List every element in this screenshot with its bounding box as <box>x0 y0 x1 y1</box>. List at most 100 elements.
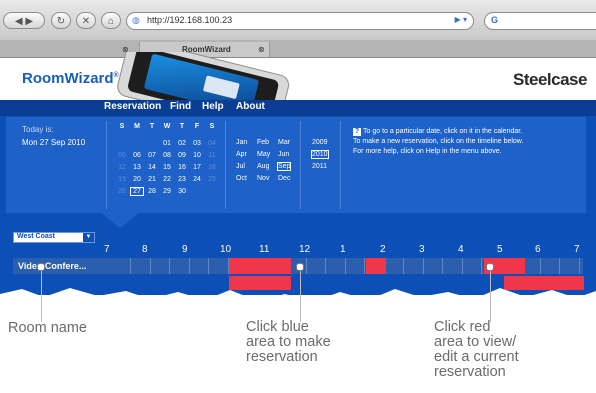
year-option[interactable]: 2010 <box>311 150 329 159</box>
month-option[interactable]: Jan <box>236 139 247 146</box>
reload-icon[interactable]: ↻ <box>51 12 71 29</box>
hour-label: 1 <box>340 244 346 255</box>
calendar-day[interactable]: 08 <box>161 152 173 159</box>
month-option[interactable]: Apr <box>236 151 247 158</box>
hour-label: 3 <box>419 244 425 255</box>
roomwizard-logo: RoomWizard® <box>22 70 119 87</box>
year-option[interactable]: 2009 <box>312 139 328 146</box>
callout-room-name: Room name <box>8 320 87 336</box>
callout-line-text: Click red <box>434 319 491 335</box>
location-select[interactable]: West Coast ▼ <box>13 232 95 243</box>
callout-line-text: area to make <box>246 334 331 350</box>
calendar-day[interactable]: 13 <box>131 164 143 171</box>
go-icon[interactable]: ▶ ▾ <box>455 15 467 24</box>
month-option[interactable]: Jul <box>236 163 245 170</box>
calendar-day[interactable]: 17 <box>191 164 203 171</box>
callout-line <box>490 268 491 322</box>
calendar-day[interactable]: 30 <box>176 188 188 195</box>
callout-red-area: Click red area to view/ edit a current r… <box>434 320 519 380</box>
stop-icon[interactable]: ✕ <box>76 12 96 29</box>
hour-label: 6 <box>535 244 541 255</box>
calendar-day[interactable]: 29 <box>161 188 173 195</box>
calendar-weekday: W <box>163 123 171 130</box>
calendar-weekday: S <box>119 123 125 130</box>
calendar-day[interactable]: 11 <box>206 152 218 159</box>
calendar-day[interactable]: 03 <box>191 140 203 147</box>
calendar-day[interactable]: 16 <box>176 164 188 171</box>
location-value: West Coast <box>17 233 55 240</box>
month-option[interactable]: Feb <box>257 139 269 146</box>
calendar-day[interactable]: 24 <box>191 176 203 183</box>
calendar-day[interactable]: 26 <box>116 188 128 195</box>
help-text: To go to a particular date, click on it … <box>353 127 583 157</box>
address-bar[interactable]: ◍ http://192.168.100.23 ▶ ▾ <box>126 12 474 30</box>
calendar-day[interactable]: 15 <box>161 164 173 171</box>
hour-label: 7 <box>104 244 110 255</box>
month-option[interactable]: Oct <box>236 175 247 182</box>
calendar-day[interactable]: 27 <box>130 187 144 196</box>
callout-line <box>300 268 301 322</box>
callout-dot <box>296 263 304 271</box>
calendar-day[interactable]: 20 <box>131 176 143 183</box>
torn-edge <box>0 288 596 310</box>
month-option[interactable]: Aug <box>257 163 269 170</box>
divider <box>106 121 107 209</box>
calendar-day[interactable]: 28 <box>146 188 158 195</box>
month-option[interactable]: Mar <box>278 139 290 146</box>
nav-reservation[interactable]: Reservation <box>104 101 161 112</box>
hour-label: 4 <box>458 244 464 255</box>
hour-label: 10 <box>220 244 232 255</box>
year-option[interactable]: 2011 <box>312 163 327 170</box>
calendar-day[interactable]: 10 <box>191 152 203 159</box>
callout-line-text: reservation <box>246 349 318 365</box>
month-option[interactable]: Jun <box>278 151 289 158</box>
calendar-weekday: F <box>194 123 200 130</box>
month-option[interactable]: Nov <box>257 175 269 182</box>
steelcase-logo: Steelcase <box>513 70 587 89</box>
today-value: Mon 27 Sep 2010 <box>22 138 86 147</box>
calendar-day[interactable]: 22 <box>161 176 173 183</box>
calendar-day[interactable]: 07 <box>146 152 158 159</box>
nav-help[interactable]: Help <box>202 101 224 112</box>
back-forward-buttons[interactable]: ◀ ▶ <box>3 12 45 29</box>
hour-label: 5 <box>497 244 503 255</box>
search-field[interactable]: G <box>484 12 596 30</box>
calendar-day[interactable]: 14 <box>146 164 158 171</box>
divider <box>225 121 226 209</box>
home-icon[interactable]: ⌂ <box>101 12 121 29</box>
callout-line <box>41 268 42 322</box>
month-option[interactable]: May <box>257 151 270 158</box>
nav-about[interactable]: About <box>236 101 265 112</box>
calendar-day[interactable]: 18 <box>206 164 218 171</box>
month-option[interactable]: Sep <box>276 162 292 171</box>
calendar-day[interactable]: 25 <box>206 176 218 183</box>
calendar-day[interactable]: 19 <box>116 176 128 183</box>
calendar-weekday: T <box>179 123 185 130</box>
hour-label: 12 <box>299 244 311 255</box>
calendar-day[interactable]: 12 <box>116 164 128 171</box>
calendar-day[interactable]: 06 <box>131 152 143 159</box>
calendar-day[interactable]: 21 <box>146 176 158 183</box>
help-line: To go to a particular date, click on it … <box>363 128 523 135</box>
calendar-day[interactable]: 01 <box>161 140 173 147</box>
nav-find[interactable]: Find <box>170 101 191 112</box>
hour-label: 11 <box>259 244 270 255</box>
calendar-day[interactable]: 02 <box>176 140 188 147</box>
hour-label: 2 <box>380 244 386 255</box>
month-option[interactable]: Dec <box>278 175 290 182</box>
calendar-day[interactable]: 05 <box>116 152 128 159</box>
calendar-day[interactable]: 04 <box>206 140 218 147</box>
nav-bar <box>0 100 596 116</box>
browser-toolbar: ◀ ▶ ↻ ✕ ⌂ ◍ http://192.168.100.23 ▶ ▾ G <box>0 0 596 41</box>
help-line: To make a new reservation, click on the … <box>353 138 524 145</box>
callout-line-text: reservation <box>434 364 506 380</box>
chevron-down-icon[interactable]: ▼ <box>83 233 94 242</box>
url-text: http://192.168.100.23 <box>147 15 233 25</box>
calendar-day[interactable]: 23 <box>176 176 188 183</box>
calendar-weekday: S <box>209 123 215 130</box>
globe-icon: ◍ <box>132 15 140 25</box>
callout-line-text: area to view/ <box>434 334 517 350</box>
today-label: Today is: <box>22 125 54 134</box>
calendar-day[interactable]: 09 <box>176 152 188 159</box>
callout-line-text: Click blue <box>246 319 309 335</box>
